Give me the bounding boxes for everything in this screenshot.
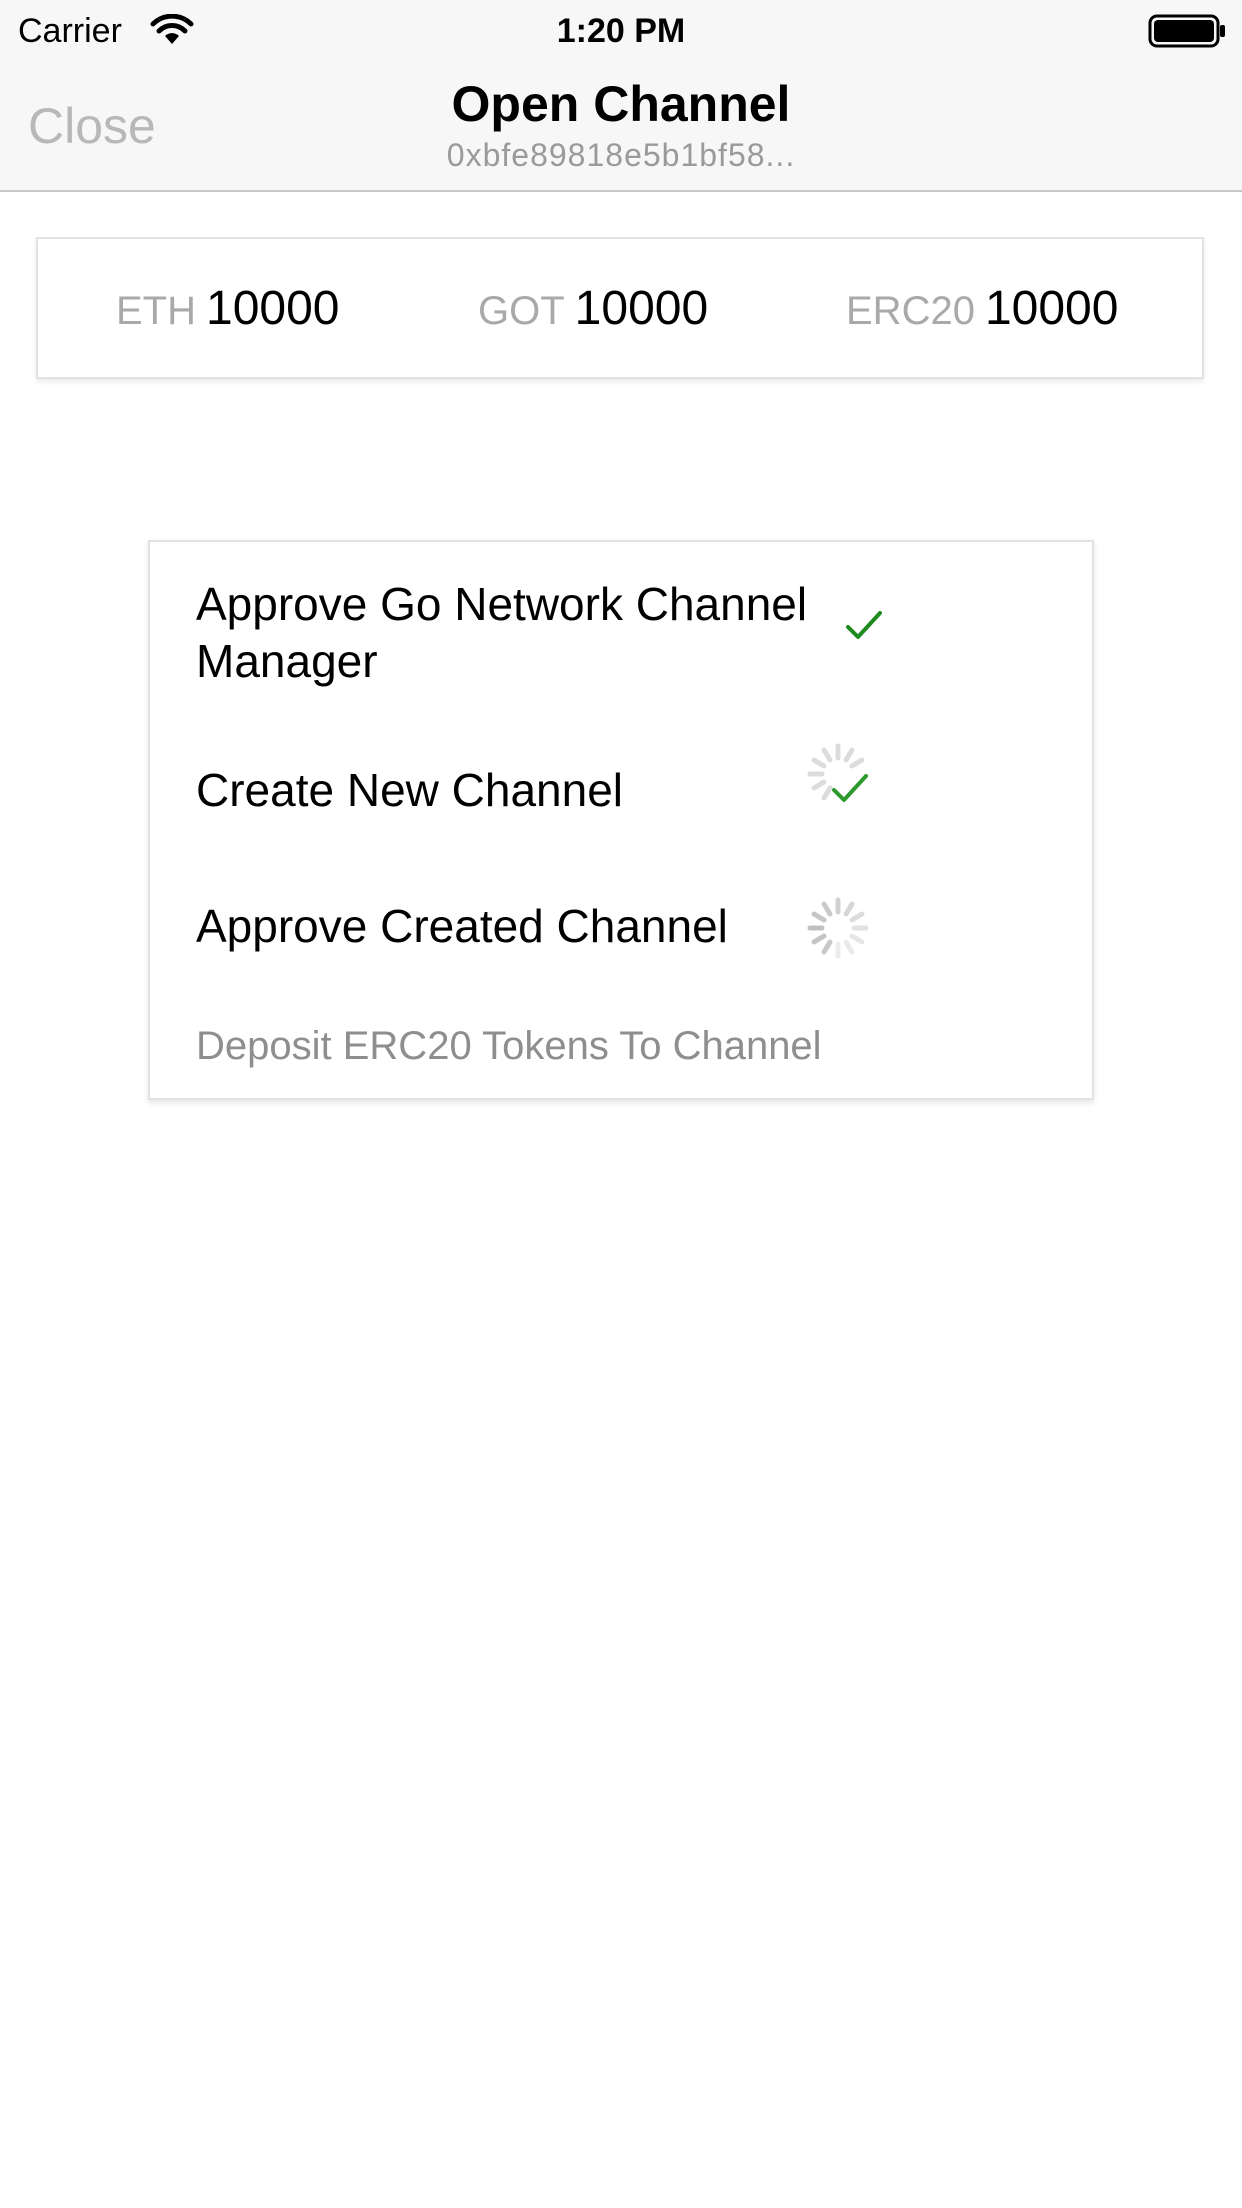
step-approve-manager-line2: Manager	[196, 635, 378, 687]
balance-eth-value: 10000	[206, 282, 340, 335]
balance-eth-label: ETH	[116, 289, 196, 333]
step-approve-manager-line1: Approve Go Network Channel	[196, 578, 808, 630]
battery-icon	[1148, 14, 1228, 53]
balance-erc20-label: ERC20	[846, 289, 975, 333]
checkmark-icon	[830, 772, 870, 811]
step-create-channel: Create New Channel	[196, 764, 624, 816]
channel-address: 0xbfe89818e5b1bf58...	[446, 137, 796, 173]
navigation-bar: Close Open Channel 0xbfe89818e5b1bf58...	[0, 62, 1242, 192]
balance-eth: ETH 10000	[116, 279, 339, 350]
balance-got: GOT 10000	[478, 279, 708, 350]
clock: 1:20 PM	[556, 12, 686, 50]
step-approve-created-channel: Approve Created Channel	[196, 900, 728, 952]
balance-erc20-value: 10000	[984, 282, 1119, 335]
balance-card: ETH 10000 GOT 10000 ERC20 10000	[36, 237, 1204, 379]
page-title: Open Channel	[451, 76, 791, 132]
spinner-icon	[806, 896, 870, 965]
balance-got-label: GOT	[478, 289, 565, 333]
balance-got-value: 10000	[574, 282, 709, 335]
step-approve-manager: Approve Go Network Channel Manager	[196, 576, 807, 690]
channel-steps-card: Approve Go Network Channel Manager Creat…	[148, 540, 1094, 1100]
checkmark-icon	[844, 608, 884, 649]
status-bar: Carrier 1:20 PM	[0, 0, 1242, 62]
step-deposit-tokens: Deposit ERC20 Tokens To Channel	[196, 1024, 822, 1068]
balance-erc20: ERC20 10000	[846, 279, 1118, 350]
